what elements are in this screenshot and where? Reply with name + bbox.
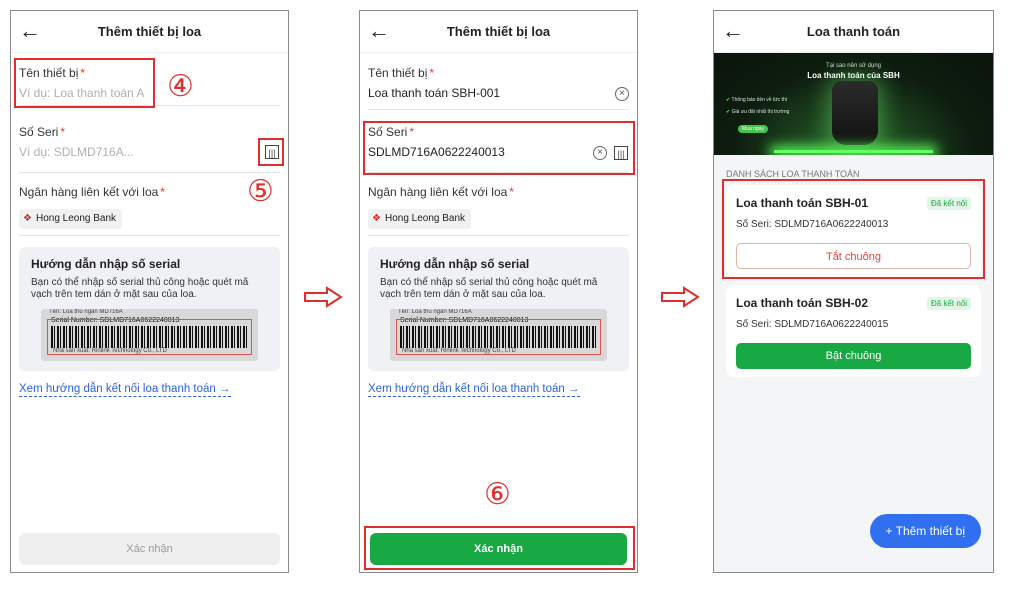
highlight-first-card bbox=[722, 179, 985, 279]
confirm-button[interactable]: Xác nhận bbox=[19, 533, 280, 565]
guide-text: Bạn có thể nhập số serial thủ công hoặc … bbox=[380, 277, 598, 300]
serial-field[interactable]: Số Seri * Ví dụ: SDLMD716A... bbox=[19, 125, 280, 159]
bank-label: Ngân hàng liên kết với loa bbox=[368, 185, 508, 199]
guide-text: Bạn có thể nhập số serial thủ công hoặc … bbox=[31, 277, 249, 300]
unmute-button[interactable]: Bật chuông bbox=[736, 343, 971, 369]
page-title: Thêm thiết bị loa bbox=[446, 24, 551, 39]
serial-label-image: Tên: Loa thu ngân MD716A Serial Number: … bbox=[390, 309, 607, 361]
page-title: Thêm thiết bị loa bbox=[97, 24, 202, 39]
connect-guide-link[interactable]: Xem hướng dẫn kết nối loa thanh toán → bbox=[19, 383, 231, 397]
highlight-scan bbox=[258, 138, 284, 166]
device-name-input[interactable]: Loa thanh toán SBH-001 bbox=[368, 86, 629, 100]
check-icon: ✔ bbox=[726, 109, 731, 115]
screen-add-device-filled: ← Thêm thiết bị loa Tên thiết bị * Loa th… bbox=[359, 10, 638, 573]
banner-title: Loa thanh toán của SBH bbox=[807, 71, 900, 80]
highlight-device-name bbox=[14, 58, 155, 108]
next-step-arrow-icon bbox=[661, 286, 700, 308]
header: ← Thêm thiết bị loa bbox=[360, 11, 637, 53]
header: ← Thêm thiết bị loa bbox=[11, 11, 288, 53]
speaker-serial: Số Seri: SDLMD716A0622240015 bbox=[736, 319, 889, 330]
guide-title: Hướng dẫn nhập số serial bbox=[380, 257, 530, 271]
step-4-marker: ④ bbox=[167, 70, 194, 103]
clear-icon[interactable]: × bbox=[615, 87, 629, 101]
speaker-card[interactable]: Loa thanh toán SBH-02 Đã kết nối Số Seri… bbox=[726, 285, 981, 377]
section-title: DANH SÁCH LOA THANH TOÁN bbox=[726, 169, 860, 179]
serial-label-image: Tên: Loa thu ngân MD716A Serial Number: … bbox=[41, 309, 258, 361]
guide-title: Hướng dẫn nhập số serial bbox=[31, 257, 181, 271]
speaker-name: Loa thanh toán SBH-02 bbox=[736, 296, 869, 310]
device-name-field[interactable]: Tên thiết bị * Loa thanh toán SBH-001 × bbox=[368, 66, 629, 101]
header: ← Loa thanh toán bbox=[714, 11, 993, 53]
page-title: Loa thanh toán bbox=[806, 24, 901, 39]
serial-input[interactable]: Ví dụ: SDLMD716A... bbox=[19, 145, 280, 159]
check-icon: ✔ bbox=[726, 97, 731, 103]
screen-speaker-list: ← Loa thanh toán Tại sao nên sử dụng Loa… bbox=[713, 10, 994, 573]
add-device-button[interactable]: + Thêm thiết bị bbox=[869, 514, 981, 548]
serial-guide-card: Hướng dẫn nhập số serial Bạn có thể nhập… bbox=[368, 247, 629, 371]
step-6-marker: ⑥ bbox=[484, 478, 511, 511]
status-badge: Đã kết nối bbox=[926, 297, 971, 310]
bank-logo-icon: ❖ bbox=[372, 213, 381, 224]
promo-banner[interactable]: Tại sao nên sử dụng Loa thanh toán của S… bbox=[714, 53, 993, 155]
highlight-serial bbox=[363, 121, 635, 175]
bank-chip[interactable]: ❖ Hong Leong Bank bbox=[368, 209, 472, 229]
bank-chip[interactable]: ❖ Hong Leong Bank bbox=[19, 209, 123, 229]
bank-logo-icon: ❖ bbox=[23, 213, 32, 224]
connect-guide-link[interactable]: Xem hướng dẫn kết nối loa thanh toán → bbox=[368, 383, 580, 397]
screen-add-device-empty: ← Thêm thiết bị loa Tên thiết bị * Ví dụ:… bbox=[10, 10, 289, 573]
speaker-image bbox=[832, 81, 878, 145]
banner-buy-button[interactable]: Mua ngay bbox=[738, 125, 768, 133]
device-name-label: Tên thiết bị bbox=[368, 66, 428, 80]
highlight-confirm bbox=[364, 526, 635, 570]
serial-label: Số Seri bbox=[19, 125, 59, 139]
bank-label: Ngân hàng liên kết với loa bbox=[19, 185, 159, 199]
serial-guide-card: Hướng dẫn nhập số serial Bạn có thể nhập… bbox=[19, 247, 280, 371]
step-5-marker: ⑤ bbox=[247, 175, 274, 208]
next-step-arrow-icon bbox=[304, 286, 343, 308]
